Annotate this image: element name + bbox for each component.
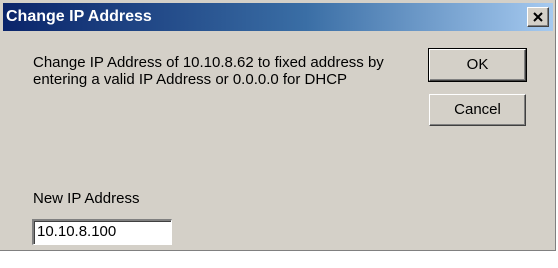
ok-button[interactable]: OK <box>428 48 527 82</box>
instruction-message: Change IP Address of 10.10.8.62 to fixed… <box>33 54 384 88</box>
change-ip-dialog: Change IP Address Change IP Address of 1… <box>0 0 556 251</box>
close-button[interactable] <box>527 7 549 27</box>
new-ip-input[interactable]: 10.10.8.100 <box>32 219 172 245</box>
new-ip-label: New IP Address <box>33 190 140 207</box>
title-bar[interactable]: Change IP Address <box>3 3 553 31</box>
cancel-button[interactable]: Cancel <box>429 94 526 126</box>
dialog-title: Change IP Address <box>6 8 152 25</box>
